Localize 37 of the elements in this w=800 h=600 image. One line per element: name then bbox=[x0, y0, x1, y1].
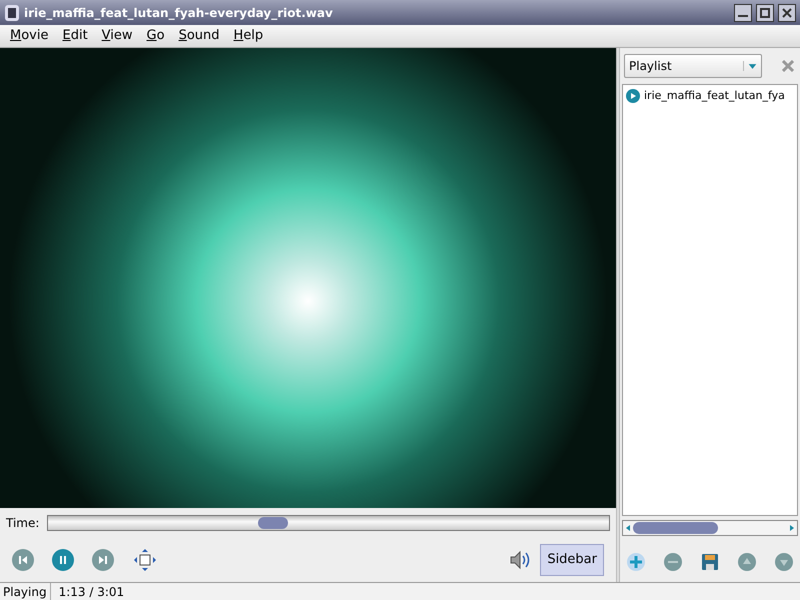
menu-item[interactable]: Movie bbox=[10, 26, 48, 46]
next-icon bbox=[97, 554, 109, 566]
scrollbar-thumb[interactable] bbox=[633, 522, 718, 534]
maximize-button[interactable] bbox=[756, 4, 774, 22]
previous-icon bbox=[17, 554, 29, 566]
menu-item[interactable]: Sound bbox=[178, 26, 220, 46]
menu-item[interactable]: Help bbox=[234, 26, 264, 46]
close-icon bbox=[782, 8, 792, 18]
horizontal-scrollbar[interactable] bbox=[622, 520, 798, 536]
dropdown-label: Playlist bbox=[628, 58, 673, 75]
pause-button[interactable] bbox=[52, 549, 74, 571]
minimize-button[interactable] bbox=[734, 4, 752, 22]
time-slider[interactable] bbox=[47, 515, 610, 531]
status-time: 1:13 / 3:01 bbox=[58, 584, 126, 600]
minus-icon bbox=[663, 552, 683, 572]
minimize-icon bbox=[738, 14, 748, 16]
window-title: irie_maffia_feat_lutan_fyah-everyday_riot.wav bbox=[24, 4, 334, 22]
sidebar-toggle-button[interactable]: Sidebar bbox=[540, 544, 604, 576]
playlist-dropdown[interactable]: Playlist bbox=[624, 54, 762, 78]
menu-item[interactable]: Go bbox=[146, 26, 165, 46]
save-icon bbox=[701, 553, 719, 571]
slider-thumb[interactable] bbox=[258, 517, 288, 529]
menu-item[interactable]: Edit bbox=[62, 26, 88, 46]
playlist-item[interactable]: irie_maffia_feat_lutan_fya bbox=[623, 87, 797, 105]
track-name: irie_maffia_feat_lutan_fya bbox=[644, 88, 785, 104]
fullscreen-icon bbox=[133, 548, 157, 572]
time-label: Time: bbox=[6, 515, 40, 532]
pause-icon bbox=[57, 554, 69, 566]
app-icon bbox=[4, 4, 20, 22]
maximize-icon bbox=[760, 8, 770, 18]
fullscreen-button[interactable] bbox=[132, 547, 158, 573]
add-button[interactable] bbox=[624, 550, 648, 574]
plus-icon bbox=[626, 552, 646, 572]
status-state: Playing bbox=[0, 582, 51, 600]
close-icon bbox=[782, 60, 794, 72]
menu-item[interactable]: View bbox=[102, 26, 133, 46]
close-button[interactable] bbox=[778, 4, 796, 22]
